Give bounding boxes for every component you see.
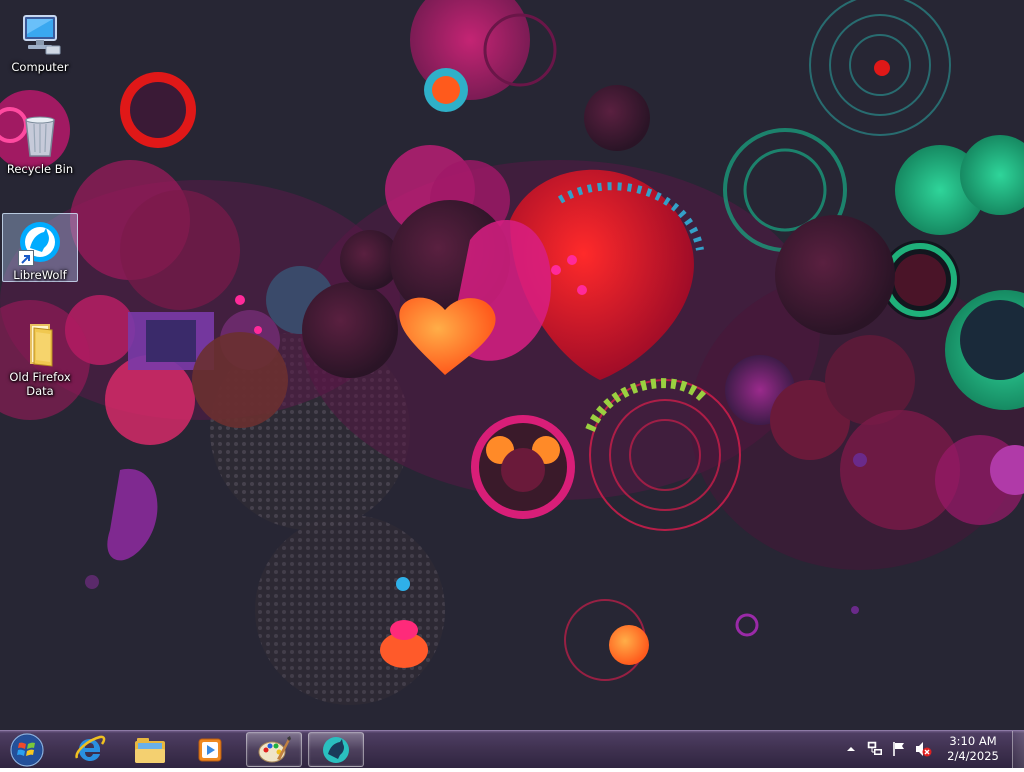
- show-desktop-button[interactable]: [1012, 731, 1024, 768]
- clock-date: 2/4/2025: [947, 749, 999, 763]
- media-player-icon: [198, 738, 222, 761]
- volume-muted-icon[interactable]: [914, 740, 932, 758]
- desktop-icon-label: Computer: [11, 60, 69, 74]
- taskbar-librewolf[interactable]: [308, 732, 364, 767]
- start-button[interactable]: [4, 732, 50, 768]
- clock[interactable]: 3:10 AM 2/4/2025: [940, 734, 1006, 764]
- network-icon[interactable]: [866, 740, 884, 758]
- desktop-icon-label: Recycle Bin: [6, 162, 74, 176]
- desktop-icon-computer[interactable]: Computer: [2, 6, 78, 74]
- taskbar-media-player[interactable]: [182, 732, 238, 767]
- file-explorer-icon: [135, 737, 165, 763]
- clock-time: 3:10 AM: [949, 734, 997, 748]
- folder-icon: [16, 320, 64, 368]
- desktop-icon-old-firefox-data[interactable]: Old Firefox Data: [2, 316, 78, 398]
- librewolf-icon: [16, 218, 64, 266]
- taskbar-file-explorer[interactable]: [122, 732, 178, 767]
- computer-icon: [16, 10, 64, 58]
- desktop[interactable]: Computer Recycle Bin LibreWolf Old Firef…: [0, 0, 1024, 730]
- desktop-icon-librewolf[interactable]: LibreWolf: [2, 213, 78, 282]
- show-hidden-icons-chevron[interactable]: [842, 740, 860, 758]
- internet-explorer-icon: [75, 735, 106, 761]
- taskbar-paint[interactable]: [246, 732, 302, 767]
- windows-start-icon: [10, 733, 44, 767]
- wallpaper: [0, 0, 1024, 705]
- action-center-flag-icon[interactable]: [890, 740, 908, 758]
- taskbar-internet-explorer[interactable]: [62, 732, 118, 767]
- desktop-icon-recycle-bin[interactable]: Recycle Bin: [2, 108, 78, 176]
- desktop-icon-label: LibreWolf: [13, 268, 67, 282]
- desktop-icon-label: Old Firefox Data: [9, 370, 71, 398]
- taskbar: 3:10 AM 2/4/2025: [0, 730, 1024, 768]
- shortcut-arrow-icon: [18, 250, 34, 266]
- recycle-bin-icon: [16, 112, 64, 160]
- librewolf-taskbar-icon: [323, 736, 349, 763]
- paint-icon: [258, 735, 291, 762]
